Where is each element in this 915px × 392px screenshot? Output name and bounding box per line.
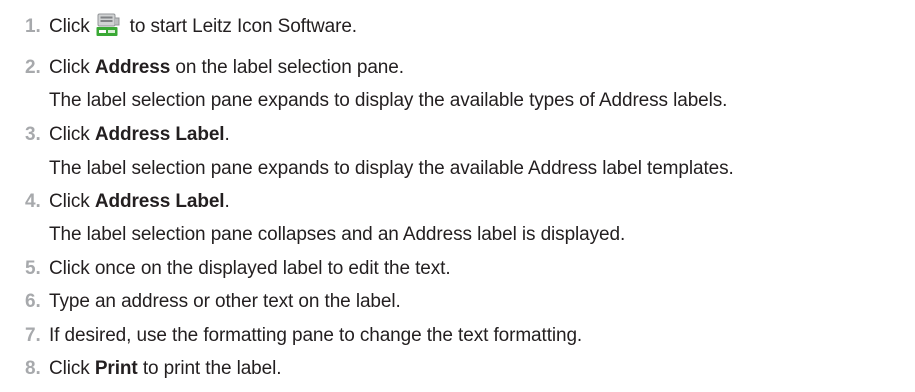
step-5: 5. Click once on the displayed label to e… bbox=[25, 257, 451, 281]
step-text-after: . bbox=[224, 124, 230, 145]
step-text: Click once on the displayed label to edi… bbox=[49, 258, 451, 279]
step-text-after: . bbox=[224, 191, 230, 212]
step-number: 7. bbox=[25, 325, 41, 346]
step-number: 6. bbox=[25, 291, 41, 312]
step-number: 4. bbox=[25, 191, 41, 212]
step-text-before: Click bbox=[49, 16, 90, 37]
step-number: 5. bbox=[25, 258, 41, 279]
step-number: 3. bbox=[25, 124, 41, 145]
ui-term-print: Print bbox=[94, 358, 138, 379]
step-text-before: Click bbox=[49, 358, 90, 379]
step-text-before: Click bbox=[49, 57, 90, 78]
step-6: 6. Type an address or other text on the l… bbox=[25, 290, 401, 314]
leitz-icon-printer-icon bbox=[96, 13, 122, 37]
ui-term-address-label: Address Label bbox=[94, 124, 225, 145]
step-1: 1. Click to start Leitz Icon Software. bbox=[25, 13, 357, 39]
step-text-after: to print the label. bbox=[142, 358, 282, 379]
step-2: 2. Click Address on the label selection p… bbox=[25, 56, 404, 80]
step-8: 8. Click Print to print the label. bbox=[25, 357, 282, 381]
step-number: 2. bbox=[25, 57, 41, 78]
step-4: 4. Click Address Label. bbox=[25, 190, 230, 214]
ui-term-address-label: Address Label bbox=[94, 191, 225, 212]
ui-term-address: Address bbox=[94, 57, 171, 78]
step-text-before: Click bbox=[49, 191, 90, 212]
step-text: If desired, use the formatting pane to c… bbox=[49, 325, 583, 346]
step-text: Type an address or other text on the lab… bbox=[49, 291, 401, 312]
step-text-before: Click bbox=[49, 124, 90, 145]
step-2-note: The label selection pane expands to disp… bbox=[49, 90, 728, 111]
step-number: 1. bbox=[25, 16, 41, 37]
step-text-after: on the label selection pane. bbox=[175, 57, 404, 78]
step-4-note: The label selection pane collapses and a… bbox=[49, 224, 626, 245]
step-7: 7. If desired, use the formatting pane to… bbox=[25, 324, 582, 348]
step-3: 3. Click Address Label. bbox=[25, 123, 230, 147]
step-3-note: The label selection pane expands to disp… bbox=[49, 158, 734, 179]
step-text-after: to start Leitz Icon Software. bbox=[129, 16, 357, 37]
step-number: 8. bbox=[25, 358, 41, 379]
